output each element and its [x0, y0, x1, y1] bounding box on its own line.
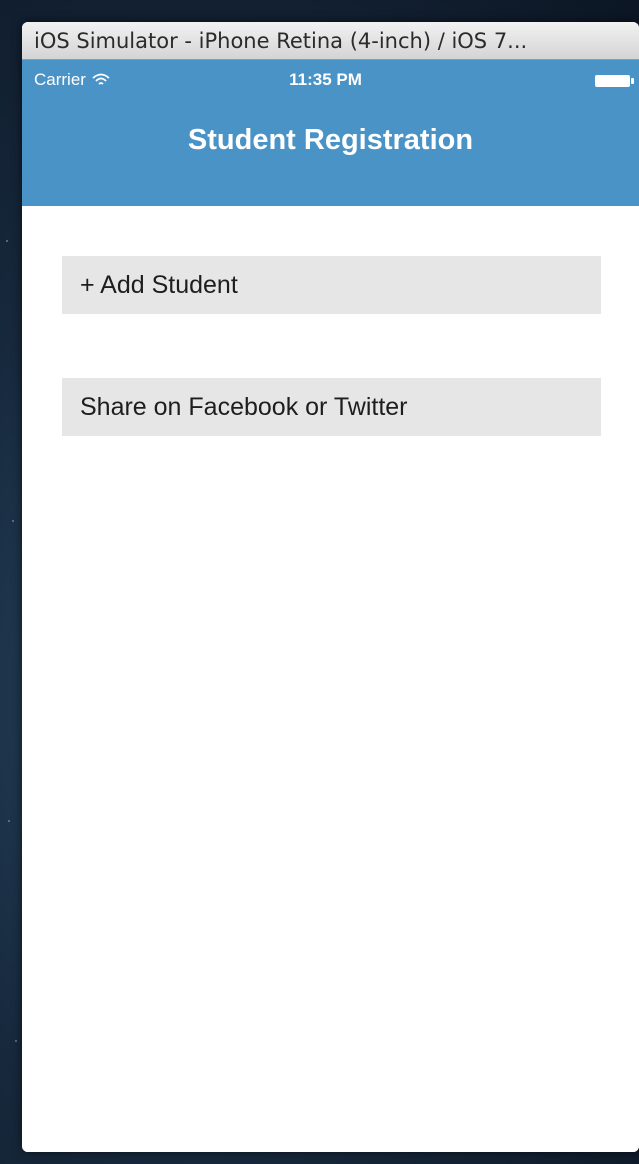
- page-title: Student Registration: [187, 124, 474, 156]
- desktop-background: iOS Simulator - iPhone Retina (4-inch) /…: [0, 0, 639, 1164]
- simulator-window: iOS Simulator - iPhone Retina (4-inch) /…: [22, 22, 639, 1152]
- window-title: iOS Simulator - iPhone Retina (4-inch) /…: [34, 28, 528, 53]
- main-content: + Add Student Share on Facebook or Twitt…: [22, 206, 639, 1152]
- share-social-button[interactable]: Share on Facebook or Twitter: [62, 378, 601, 436]
- background-star: [15, 1040, 17, 1042]
- window-titlebar[interactable]: iOS Simulator - iPhone Retina (4-inch) /…: [22, 22, 639, 60]
- background-star: [6, 240, 8, 242]
- status-bar: Carrier 11:35 PM: [22, 60, 639, 104]
- background-star: [12, 520, 14, 522]
- background-star: [8, 820, 10, 822]
- add-student-button[interactable]: + Add Student: [62, 256, 601, 314]
- add-student-label: + Add Student: [80, 270, 238, 299]
- navigation-bar: Carrier 11:35 PM Student Registration: [22, 60, 639, 206]
- status-time: 11:35 PM: [289, 70, 362, 89]
- battery-icon: [595, 75, 634, 87]
- share-label: Share on Facebook or Twitter: [80, 392, 408, 421]
